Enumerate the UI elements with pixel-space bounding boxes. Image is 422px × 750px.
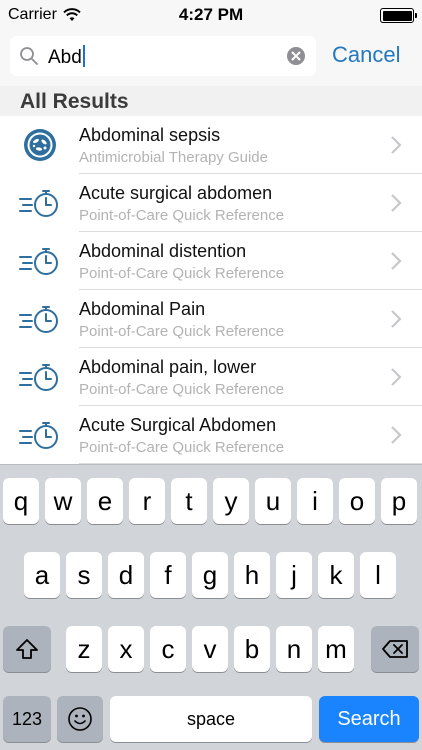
- shift-icon: [16, 639, 38, 659]
- result-title: Abdominal pain, lower: [79, 357, 257, 377]
- chevron-right-icon: [391, 136, 402, 154]
- list-item[interactable]: Abdominal distention Point-of-Care Quick…: [0, 232, 422, 290]
- result-subtitle: Point-of-Care Quick Reference: [79, 439, 285, 456]
- key-r[interactable]: r: [129, 478, 165, 524]
- list-item[interactable]: Acute Surgical Abdomen Point-of-Care Qui…: [0, 406, 422, 464]
- result-title: Acute Surgical Abdomen: [79, 415, 277, 435]
- result-subtitle: Antimicrobial Therapy Guide: [79, 149, 268, 166]
- result-subtitle: Point-of-Care Quick Reference: [79, 207, 285, 224]
- keyboard: q w e r t y u i o p a s d f g h j k l z …: [0, 464, 422, 750]
- quick-reference-icon: [19, 190, 58, 217]
- key-l[interactable]: l: [360, 552, 396, 598]
- key-h[interactable]: h: [234, 552, 270, 598]
- key-t[interactable]: t: [171, 478, 207, 524]
- result-title: Abdominal Pain: [79, 299, 206, 319]
- chevron-right-icon: [391, 310, 402, 328]
- search-input[interactable]: Abd: [10, 36, 316, 76]
- key-c[interactable]: c: [150, 626, 186, 672]
- search-bar: Abd Cancel: [0, 36, 422, 76]
- key-m[interactable]: m: [318, 626, 354, 672]
- backspace-icon: [382, 640, 408, 658]
- key-o[interactable]: o: [339, 478, 375, 524]
- key-d[interactable]: d: [108, 552, 144, 598]
- clear-icon[interactable]: [286, 46, 306, 66]
- list-item[interactable]: Acute surgical abdomen Point-of-Care Qui…: [0, 174, 422, 232]
- key-a[interactable]: a: [24, 552, 60, 598]
- list-item[interactable]: Abdominal pain, lower Point-of-Care Quic…: [0, 348, 422, 406]
- key-w[interactable]: w: [45, 478, 81, 524]
- key-x[interactable]: x: [108, 626, 144, 672]
- list-item[interactable]: Abdominal Pain Point-of-Care Quick Refer…: [0, 290, 422, 348]
- key-e[interactable]: e: [87, 478, 123, 524]
- result-title: Abdominal sepsis: [79, 125, 221, 145]
- emoji-key[interactable]: [57, 696, 103, 742]
- quick-reference-icon: [19, 306, 58, 333]
- cancel-button[interactable]: Cancel: [332, 42, 400, 68]
- space-key[interactable]: space: [110, 696, 312, 742]
- section-header: All Results: [0, 86, 422, 116]
- key-s[interactable]: s: [66, 552, 102, 598]
- key-b[interactable]: b: [234, 626, 270, 672]
- quick-reference-icon: [19, 364, 58, 391]
- result-subtitle: Point-of-Care Quick Reference: [79, 381, 285, 398]
- key-y[interactable]: y: [213, 478, 249, 524]
- key-v[interactable]: v: [192, 626, 228, 672]
- chevron-right-icon: [391, 426, 402, 444]
- key-p[interactable]: p: [381, 478, 417, 524]
- chevron-right-icon: [391, 368, 402, 386]
- quick-reference-icon: [19, 248, 58, 275]
- search-key[interactable]: Search: [319, 696, 419, 742]
- quick-reference-icon: [19, 422, 58, 449]
- key-j[interactable]: j: [276, 552, 312, 598]
- numbers-key[interactable]: 123: [3, 696, 51, 742]
- key-u[interactable]: u: [255, 478, 291, 524]
- section-title: All Results: [20, 90, 129, 113]
- key-q[interactable]: q: [3, 478, 39, 524]
- key-f[interactable]: f: [150, 552, 186, 598]
- bacteria-icon: [24, 129, 56, 161]
- result-title: Abdominal distention: [79, 241, 247, 261]
- text-cursor: [82, 45, 85, 67]
- search-icon: [20, 47, 38, 65]
- key-n[interactable]: n: [276, 626, 312, 672]
- key-i[interactable]: i: [297, 478, 333, 524]
- result-subtitle: Point-of-Care Quick Reference: [79, 323, 285, 340]
- emoji-icon: [68, 707, 92, 731]
- list-item[interactable]: Abdominal sepsis Antimicrobial Therapy G…: [0, 116, 422, 174]
- delete-key[interactable]: [371, 626, 419, 672]
- results-list: Abdominal sepsis Antimicrobial Therapy G…: [0, 116, 422, 464]
- shift-key[interactable]: [3, 626, 51, 672]
- search-value: Abd: [48, 47, 82, 68]
- status-bar: Carrier 4:27 PM: [0, 0, 422, 30]
- battery-icon: [380, 8, 417, 23]
- key-z[interactable]: z: [66, 626, 102, 672]
- key-g[interactable]: g: [192, 552, 228, 598]
- result-subtitle: Point-of-Care Quick Reference: [79, 265, 285, 282]
- result-title: Acute surgical abdomen: [79, 183, 273, 203]
- chevron-right-icon: [391, 194, 402, 212]
- status-time: 4:27 PM: [178, 5, 244, 24]
- chevron-right-icon: [391, 252, 402, 270]
- key-k[interactable]: k: [318, 552, 354, 598]
